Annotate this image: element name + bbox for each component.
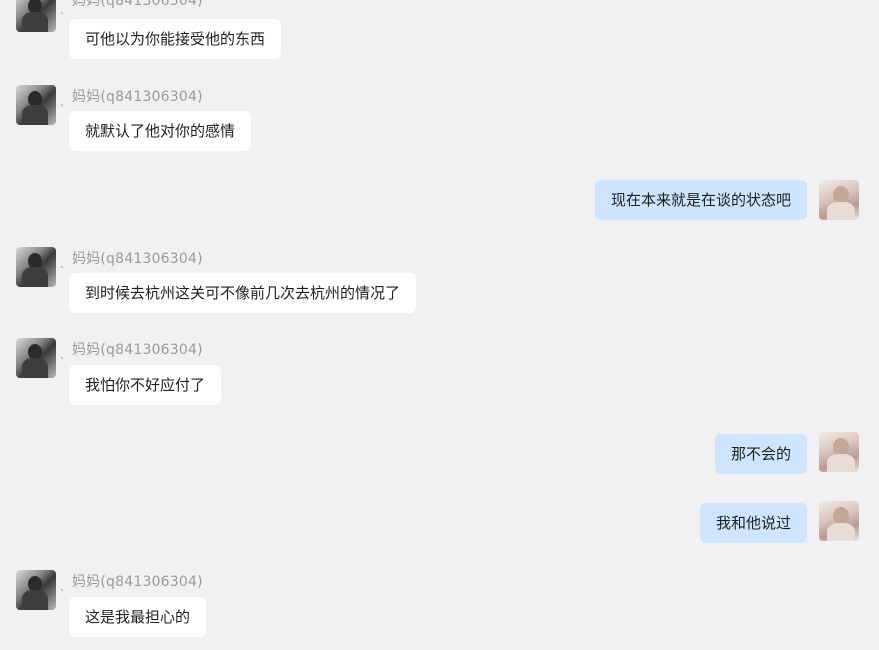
message-bubble-incoming[interactable]: 可他以为你能接受他的东西 xyxy=(69,19,282,59)
message-bubble-incoming[interactable]: 到时候去杭州这关可不像前几次去杭州的情况了 xyxy=(69,273,417,313)
sender-separator: 、 xyxy=(60,98,70,109)
message-bubble-outgoing[interactable]: 我和他说过 xyxy=(699,503,807,543)
message-bubble-incoming[interactable]: 我怕你不好应付了 xyxy=(69,365,222,405)
sender-name: 妈妈(q841306304) xyxy=(72,342,203,358)
sender-name: 妈妈(q841306304) xyxy=(72,251,203,267)
self-avatar[interactable] xyxy=(819,432,859,472)
chat-window: 、 妈妈(q841306304) 可他以为你能接受他的东西 、 妈妈(q8413… xyxy=(0,0,879,650)
sender-avatar[interactable] xyxy=(16,85,56,125)
message-bubble-incoming[interactable]: 就默认了他对你的感情 xyxy=(69,111,252,151)
sender-name: 妈妈(q841306304) xyxy=(72,89,203,105)
sender-separator: 、 xyxy=(60,260,70,271)
sender-separator: 、 xyxy=(60,351,70,362)
sender-avatar[interactable] xyxy=(16,570,56,610)
message-bubble-outgoing[interactable]: 现在本来就是在谈的状态吧 xyxy=(594,180,807,220)
sender-name: 妈妈(q841306304) xyxy=(72,0,203,9)
sender-name: 妈妈(q841306304) xyxy=(72,574,203,590)
sender-separator: 、 xyxy=(60,6,70,17)
self-avatar[interactable] xyxy=(819,501,859,541)
sender-avatar[interactable] xyxy=(16,0,56,32)
sender-avatar[interactable] xyxy=(16,247,56,287)
message-bubble-incoming[interactable]: 这是我最担心的 xyxy=(69,597,207,637)
sender-separator: 、 xyxy=(60,583,70,594)
self-avatar[interactable] xyxy=(819,180,859,220)
message-bubble-outgoing[interactable]: 那不会的 xyxy=(714,434,807,474)
sender-avatar[interactable] xyxy=(16,338,56,378)
